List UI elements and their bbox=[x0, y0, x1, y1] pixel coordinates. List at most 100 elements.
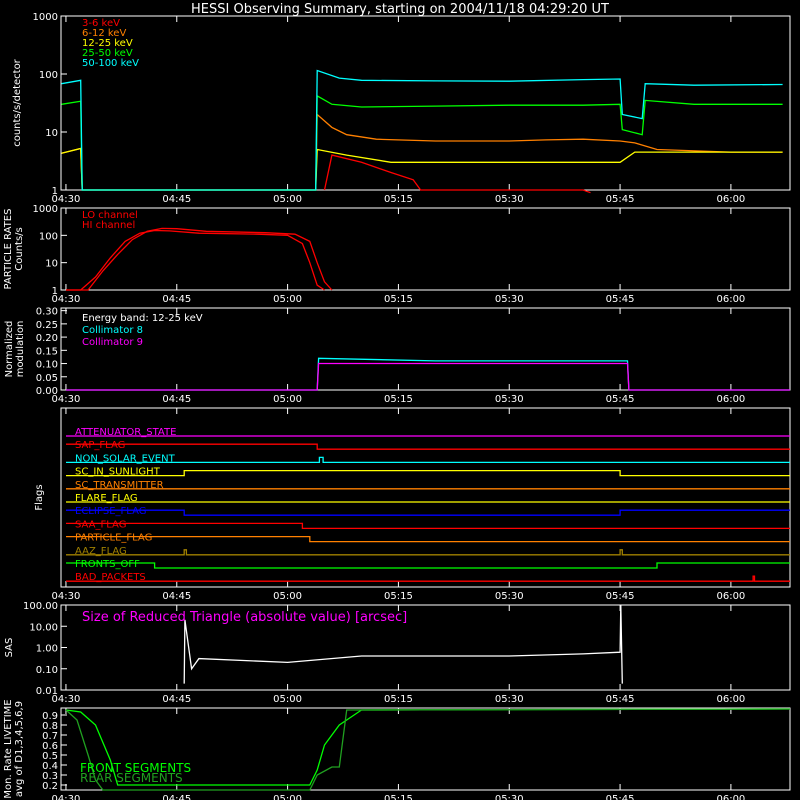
flag-label: ATTENUATOR_STATE bbox=[75, 427, 176, 438]
modulation-ylabel-2: modulation bbox=[15, 321, 26, 378]
flag-label: SC_TRANSMITTER bbox=[75, 480, 164, 491]
sas-panel-xtick-label: 05:15 bbox=[384, 694, 413, 705]
sas-panel-xtick-label: 04:45 bbox=[162, 694, 191, 705]
modulation-panel-xtick-label: 05:15 bbox=[384, 394, 413, 405]
counts-panel-ytick-label: 1 bbox=[52, 186, 58, 197]
sas-panel-ytick-label: 0.10 bbox=[36, 665, 58, 676]
counts-panel-ytick-label: 100 bbox=[39, 70, 58, 81]
modulation-panel-ytick-label: 0.30 bbox=[36, 307, 58, 318]
flag-line-BAD_PACKETS bbox=[66, 575, 790, 582]
livetime-panel-xtick-label: 05:00 bbox=[273, 794, 302, 800]
sas-panel-xtick-label: 05:45 bbox=[606, 694, 635, 705]
particle-panel-ytick-label: 1 bbox=[52, 286, 58, 297]
flag-label: NON_SOLAR_EVENT bbox=[75, 453, 176, 464]
counts-panel-xtick-label: 06:00 bbox=[716, 194, 745, 205]
flags-panel-xtick-label: 05:30 bbox=[495, 591, 524, 602]
particle-ylabel-1: PARTICLE RATES bbox=[3, 209, 14, 290]
flag-line-FRONTS_OFF bbox=[66, 562, 790, 569]
sas-panel-ytick-label: 10.00 bbox=[29, 622, 58, 633]
flag-label: PARTICLE_FLAG bbox=[75, 533, 152, 544]
particle-series-LO-channel bbox=[66, 229, 325, 291]
livetime-panel-xtick-label: 05:15 bbox=[384, 794, 413, 800]
livetime-panel-xtick-label: 04:45 bbox=[162, 794, 191, 800]
counts-panel-ytick-label: 1000 bbox=[33, 12, 58, 23]
modulation-panel-xtick-label: 05:00 bbox=[273, 394, 302, 405]
flag-line-SAA_FLAG bbox=[66, 522, 790, 530]
particle-ylabel-2: Counts/s bbox=[14, 227, 25, 271]
modulation-panel-xtick-label: 04:45 bbox=[162, 394, 191, 405]
sas-panel-ytick-label: 0.01 bbox=[36, 686, 58, 697]
modulation-legend-entry: Collimator 9 bbox=[82, 337, 143, 348]
modulation-panel-xtick-label: 05:45 bbox=[606, 394, 635, 405]
particle-panel-xtick-label: 04:45 bbox=[162, 294, 191, 305]
particle-panel-xtick-label: 06:00 bbox=[716, 294, 745, 305]
livetime-panel-xtick-label: 05:30 bbox=[495, 794, 524, 800]
sas-legend-entry: Size of Reduced Triangle (absolute value… bbox=[82, 610, 407, 625]
modulation-ylabel-1: Normalized bbox=[4, 321, 15, 378]
modulation-panel-xtick-label: 06:00 bbox=[716, 394, 745, 405]
modulation-panel-ytick-label: 0.20 bbox=[36, 333, 58, 344]
modulation-legend-entry: Energy band: 12-25 keV bbox=[82, 313, 203, 324]
counts-panel-xtick-label: 05:15 bbox=[384, 194, 413, 205]
particle-panel-ytick-label: 10 bbox=[45, 259, 58, 270]
livetime-panel-ytick-label: 0.2 bbox=[42, 781, 58, 792]
livetime-legend-entry: REAR SEGMENTS bbox=[80, 771, 183, 785]
counts-panel-xtick-label: 04:45 bbox=[162, 194, 191, 205]
counts-panel-xtick-label: 05:00 bbox=[273, 194, 302, 205]
flag-line-SC_IN_SUNLIGHT bbox=[66, 469, 790, 477]
counts-panel-xtick-label: 05:30 bbox=[495, 194, 524, 205]
flag-line-ECLIPSE_FLAG bbox=[66, 509, 790, 516]
sas-ylabel: SAS bbox=[4, 638, 15, 658]
particle-panel-ytick-label: 1000 bbox=[33, 204, 58, 215]
modulation-series-Collimator-9 bbox=[66, 362, 790, 391]
particle-panel-xtick-label: 05:45 bbox=[606, 294, 635, 305]
particle-panel-ytick-label: 100 bbox=[39, 231, 58, 242]
counts-series-25-50-keV bbox=[61, 94, 783, 191]
livetime-panel-xtick-label: 05:45 bbox=[606, 794, 635, 800]
sas-panel-xtick-label: 05:30 bbox=[495, 694, 524, 705]
livetime-ylabel-1: Mon. Rate LIVETIME bbox=[3, 699, 14, 798]
livetime-panel-xtick-label: 06:00 bbox=[716, 794, 745, 800]
flag-line-SAP_FLAG bbox=[66, 443, 790, 450]
counts-ylabel: counts/s/detector bbox=[12, 58, 23, 146]
flag-label: ECLIPSE_FLAG bbox=[75, 506, 146, 517]
flags-panel-xtick-label: 05:45 bbox=[606, 591, 635, 602]
flags-panel-xtick-label: 05:15 bbox=[384, 591, 413, 602]
particle-panel-xtick-label: 05:15 bbox=[384, 294, 413, 305]
figure-title: HESSI Observing Summary, starting on 200… bbox=[191, 2, 609, 17]
flag-line-AAZ_FLAG bbox=[66, 549, 790, 556]
counts-legend-entry: 50-100 keV bbox=[82, 58, 139, 69]
flag-label: FLARE_FLAG bbox=[75, 493, 138, 504]
flags-panel-xtick-label: 06:00 bbox=[716, 591, 745, 602]
flag-label: SAP_FLAG bbox=[75, 440, 125, 451]
particle-legend-entry: HI channel bbox=[82, 220, 135, 231]
modulation-panel-ytick-label: 0.10 bbox=[36, 360, 58, 371]
counts-series-50-100-keV bbox=[61, 69, 783, 191]
flag-line-PARTICLE_FLAG bbox=[66, 535, 790, 543]
livetime-panel-xtick-label: 04:30 bbox=[52, 794, 81, 800]
sas-panel-ytick-label: 1.00 bbox=[36, 644, 58, 655]
particle-panel-xtick-label: 05:30 bbox=[495, 294, 524, 305]
counts-series-12-25-keV bbox=[61, 147, 783, 191]
flag-label: SAA_FLAG bbox=[75, 519, 126, 530]
flags-panel-xtick-label: 04:45 bbox=[162, 591, 191, 602]
sas-panel-ytick-label: 100.00 bbox=[23, 601, 58, 612]
modulation-panel-ytick-label: 0.00 bbox=[36, 386, 58, 397]
modulation-legend-entry: Collimator 8 bbox=[82, 325, 143, 336]
livetime-ylabel-2: avg of D1,3,4,5,6,9 bbox=[14, 701, 25, 797]
flags-ylabel: Flags bbox=[34, 484, 45, 510]
observing-summary: HESSI Observing Summary, starting on 200… bbox=[0, 0, 800, 800]
particle-panel-frame bbox=[60, 207, 791, 291]
sas-panel-xtick-label: 06:00 bbox=[716, 694, 745, 705]
counts-panel-ytick-label: 10 bbox=[45, 128, 58, 139]
flag-label: BAD_PACKETS bbox=[75, 572, 146, 583]
particle-panel-xtick-label: 05:00 bbox=[273, 294, 302, 305]
counts-series-3-6-keV bbox=[323, 154, 591, 194]
summary-figure: HESSI Observing Summary, starting on 200… bbox=[3, 2, 791, 800]
modulation-panel-ytick-label: 0.05 bbox=[36, 373, 58, 384]
modulation-panel-ytick-label: 0.25 bbox=[36, 320, 58, 331]
modulation-panel-xtick-label: 05:30 bbox=[495, 394, 524, 405]
flag-label: AAZ_FLAG bbox=[75, 546, 127, 557]
sas-panel-xtick-label: 05:00 bbox=[273, 694, 302, 705]
flags-panel-xtick-label: 05:00 bbox=[273, 591, 302, 602]
